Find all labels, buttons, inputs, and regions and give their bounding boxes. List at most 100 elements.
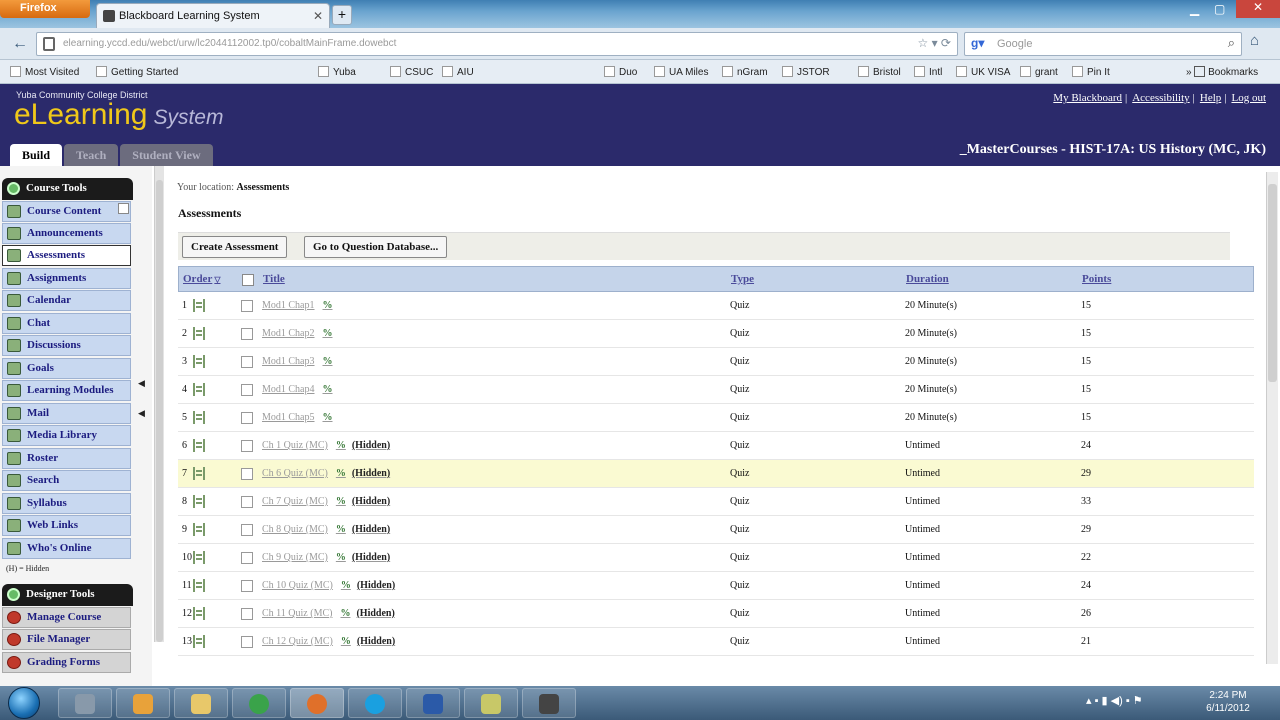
sidebar-item-discussions[interactable]: Discussions [2,335,131,356]
collapse-circle-icon[interactable] [7,182,20,195]
sidebar-item-media-library[interactable]: Media Library [2,425,131,446]
collapse-sidebar-icon[interactable]: ◀ [138,378,145,389]
action-menu-icon[interactable]: % [323,328,333,339]
designer-tools-header[interactable]: Designer Tools [2,584,133,606]
assessment-title-link[interactable]: Ch 6 Quiz (MC)% (Hidden) [262,468,390,479]
taskbar-app-icon[interactable] [116,688,170,718]
row-checkbox[interactable] [241,580,253,592]
sidebar-scroll-thumb[interactable] [156,180,163,642]
taskbar-app-icon[interactable] [464,688,518,718]
sidebar-item-search[interactable]: Search [2,470,131,491]
sidebar-item-syllabus[interactable]: Syllabus [2,493,131,514]
assessment-title-link[interactable]: Ch 11 Quiz (MC)% (Hidden) [262,608,395,619]
reorder-handle-icon[interactable] [193,383,205,396]
assessment-title-link[interactable]: Ch 9 Quiz (MC)% (Hidden) [262,552,390,563]
address-bar[interactable]: elearning.yccd.edu/webct/urw/lc204411200… [36,32,958,56]
bookmark-item[interactable]: Yuba [318,66,356,78]
back-arrow-icon[interactable]: ← [10,34,30,54]
accessibility-link[interactable]: Accessibility [1132,92,1189,104]
bookmark-item[interactable]: grant [1020,66,1058,78]
reorder-handle-icon[interactable] [193,607,205,620]
sidebar-item-announcements[interactable]: Announcements [2,223,131,244]
row-checkbox[interactable] [241,496,253,508]
bookmark-item[interactable]: Pin It [1072,66,1110,78]
action-menu-icon[interactable]: % [336,468,346,479]
action-menu-icon[interactable]: % [336,552,346,563]
assessment-title-link[interactable]: Mod1 Chap5% [262,412,333,423]
taskbar-skype-icon[interactable] [348,688,402,718]
taskbar-app-icon[interactable] [522,688,576,718]
sidebar-toggle-box[interactable] [118,203,129,214]
sidebar-item-goals[interactable]: Goals [2,358,131,379]
row-checkbox[interactable] [241,328,253,340]
bookmark-item[interactable]: nGram [722,66,768,78]
taskbar-chrome-icon[interactable] [232,688,286,718]
assessment-title-link[interactable]: Mod1 Chap2% [262,328,333,339]
column-title[interactable]: Title [263,273,285,285]
search-box[interactable]: g▾ Google ⌕ [964,32,1242,56]
assessment-title-link[interactable]: Ch 1 Quiz (MC)% (Hidden) [262,440,390,451]
row-checkbox[interactable] [241,468,253,480]
reorder-handle-icon[interactable] [193,355,205,368]
action-menu-icon[interactable]: % [341,580,351,591]
browser-tab-blackboard[interactable]: Blackboard Learning System ✕ [96,3,330,28]
reorder-handle-icon[interactable] [193,551,205,564]
action-menu-icon[interactable]: % [323,300,333,311]
reorder-handle-icon[interactable] [193,439,205,452]
assessment-title-link[interactable]: Ch 7 Quiz (MC)% (Hidden) [262,496,390,507]
bookmark-item[interactable]: Intl [914,66,942,78]
tab-build[interactable]: Build [10,144,63,166]
log-out-link[interactable]: Log out [1231,92,1266,104]
row-checkbox[interactable] [241,384,253,396]
action-menu-icon[interactable]: % [323,384,333,395]
sidebar-item-mail[interactable]: Mail [2,403,131,424]
bookmark-item[interactable]: Duo [604,66,637,78]
action-menu-icon[interactable]: % [340,608,350,619]
action-menu-icon[interactable]: % [341,636,351,647]
sidebar-item-roster[interactable]: Roster [2,448,131,469]
row-checkbox[interactable] [241,356,253,368]
system-tray-icons[interactable]: ▴ ▪ ▮ ◀) ▪ ⚑ [1086,694,1143,707]
minimize-icon[interactable]: ▁ [1190,2,1199,16]
bookmark-item[interactable]: Bristol [858,66,901,78]
column-duration[interactable]: Duration [906,273,949,285]
create-assessment-button[interactable]: Create Assessment [182,236,288,258]
row-checkbox[interactable] [241,412,253,424]
bookmark-star-icon[interactable]: ☆ ▾ ⟳ [917,36,951,50]
select-all-checkbox[interactable] [242,274,254,286]
reorder-handle-icon[interactable] [193,495,205,508]
column-type[interactable]: Type [731,273,754,285]
tab-teach[interactable]: Teach [64,144,119,166]
sidebar-item-assessments[interactable]: Assessments [2,245,131,266]
action-menu-icon[interactable]: % [323,356,333,367]
column-order[interactable]: Order ▽ [183,273,220,285]
taskbar-app-icon[interactable] [58,688,112,718]
reorder-handle-icon[interactable] [193,579,205,592]
question-database-button[interactable]: Go to Question Database... [304,236,448,258]
bookmark-item[interactable]: AIU [442,66,474,78]
bookmarks-menu[interactable]: » Bookmarks [1186,66,1258,78]
site-identity-icon[interactable] [43,37,55,51]
assessment-title-link[interactable]: Mod1 Chap3% [262,356,333,367]
row-checkbox[interactable] [241,608,253,620]
sidebar-item-file-manager[interactable]: File Manager [2,629,131,650]
taskbar-clock[interactable]: 2:24 PM 6/11/2012 [1198,689,1258,715]
sidebar-item-web-links[interactable]: Web Links [2,515,131,536]
sidebar-item-whos-online[interactable]: Who's Online [2,538,131,559]
reorder-handle-icon[interactable] [193,635,205,648]
sidebar-item-learning-modules[interactable]: Learning Modules [2,380,131,401]
column-points[interactable]: Points [1082,273,1111,285]
sidebar-item-manage-course[interactable]: Manage Course [2,607,131,628]
reorder-handle-icon[interactable] [193,299,205,312]
assessment-title-link[interactable]: Ch 10 Quiz (MC)% (Hidden) [262,580,395,591]
bookmark-item[interactable]: JSTOR [782,66,830,78]
new-tab-button[interactable]: + [332,5,352,25]
assessment-title-link[interactable]: Ch 12 Quiz (MC)% (Hidden) [262,636,395,647]
sidebar-scrollbar[interactable] [154,166,164,642]
main-scrollbar[interactable] [1266,172,1278,664]
reorder-handle-icon[interactable] [193,523,205,536]
firefox-menu-button[interactable]: Firefox [0,0,90,18]
assessment-title-link[interactable]: Mod1 Chap1% [262,300,333,311]
window-close-button[interactable]: ✕ [1236,0,1280,18]
taskbar-firefox-icon[interactable] [290,688,344,718]
